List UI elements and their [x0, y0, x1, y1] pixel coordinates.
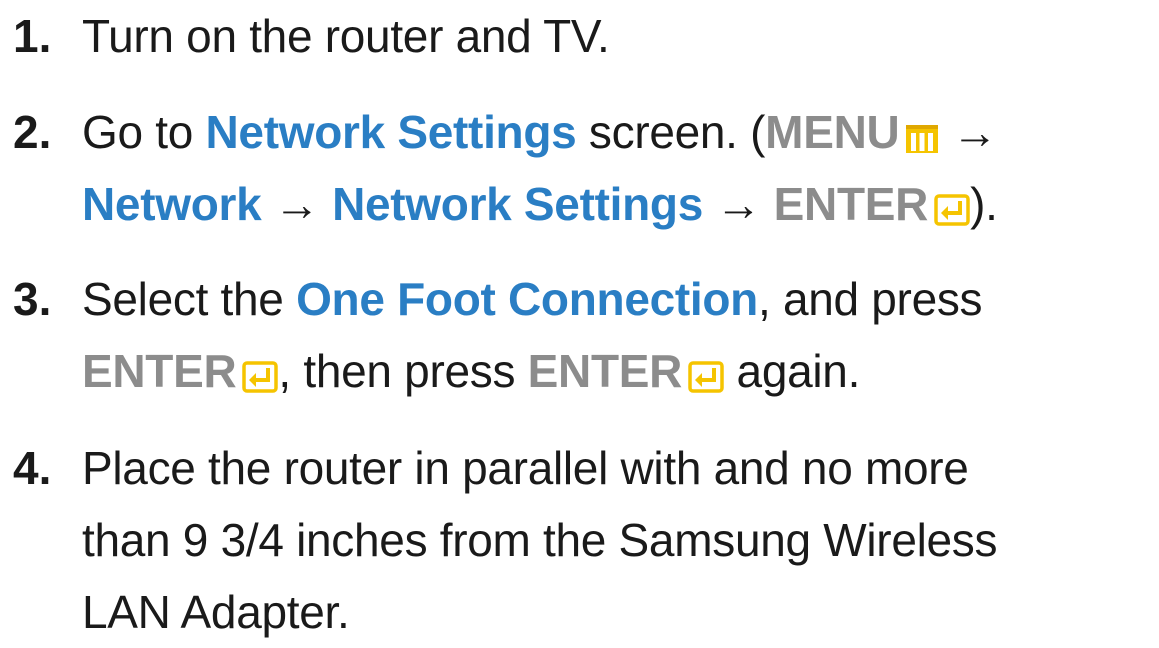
arrow: → — [939, 106, 998, 158]
step-4-line-3: LAN Adapter. — [82, 586, 350, 638]
step-text: Go to Network Settings screen. (MENU → N… — [82, 96, 1159, 240]
one-foot-connection-label: One Foot Connection — [296, 273, 758, 325]
network-settings-label-2: Network Settings — [332, 178, 703, 230]
text-and-press: , and press — [757, 273, 983, 325]
arrow: → — [261, 178, 333, 230]
step-number: 2. — [13, 106, 52, 158]
arrow: → — [703, 178, 774, 230]
text-screen: screen. ( — [576, 106, 766, 158]
step-text: Select the One Foot Connection, and pres… — [82, 263, 1159, 407]
step-number: 3. — [13, 273, 52, 325]
step-number: 1. — [13, 10, 52, 62]
enter-key-label: ENTER — [82, 345, 237, 397]
text-again: again. — [724, 345, 861, 397]
enter-key-label-2: ENTER — [527, 345, 683, 397]
step-1-text: Turn on the router and TV. — [82, 10, 610, 62]
text-select-the: Select the — [82, 273, 297, 325]
step-2-line-2: Network → Network Settings → ENTER). — [82, 168, 1159, 240]
menu-icon — [905, 124, 939, 154]
step-text: Place the router in parallel with and no… — [82, 432, 1159, 648]
step-3-line-2: ENTER, then press ENTER again. — [82, 335, 1159, 407]
menu-key-label: MENU — [765, 106, 900, 158]
text-then-press: , then press — [278, 345, 528, 397]
enter-icon — [688, 361, 724, 393]
enter-key-label: ENTER — [773, 178, 929, 230]
step-2-line-1: Go to Network Settings screen. (MENU → — [82, 96, 1159, 168]
step-text: Turn on the router and TV. — [82, 0, 1159, 72]
network-label: Network — [82, 178, 262, 230]
enter-icon — [934, 194, 970, 226]
step-4-line-2: than 9 3/4 inches from the Samsung Wirel… — [82, 514, 998, 566]
text-close-paren: ). — [970, 178, 998, 230]
text-go-to: Go to — [82, 106, 206, 158]
enter-icon — [242, 361, 279, 393]
step-4-line-1: Place the router in parallel with and no… — [82, 442, 969, 494]
network-settings-label: Network Settings — [205, 106, 577, 158]
step-3-line-1: Select the One Foot Connection, and pres… — [82, 263, 1159, 335]
step-number: 4. — [13, 442, 52, 494]
